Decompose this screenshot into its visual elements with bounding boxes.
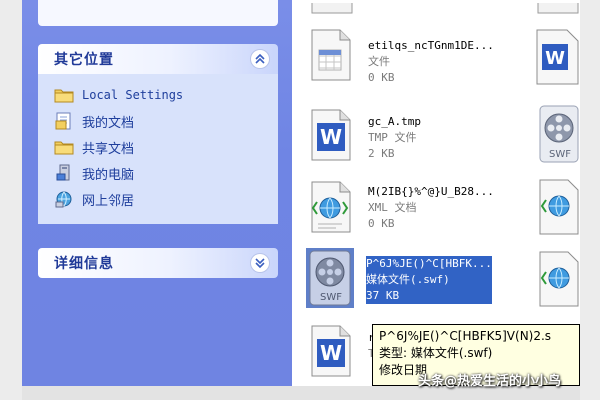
other-places-body: Local Settings 我的文档 共享文档 我的电脑 网上邻居 bbox=[38, 74, 278, 224]
xml-document-icon bbox=[539, 251, 579, 307]
network-icon bbox=[54, 190, 74, 208]
places-item-my-documents[interactable]: 我的文档 bbox=[54, 111, 134, 131]
previous-panel-bottom bbox=[38, 0, 278, 26]
file-name: gc_A.tmp bbox=[368, 115, 421, 128]
swf-media-icon: SWF bbox=[306, 248, 354, 308]
svg-text:W: W bbox=[545, 48, 565, 69]
file-size: 0 KB bbox=[368, 71, 395, 84]
details-title: 详细信息 bbox=[54, 256, 114, 272]
file-type: XML 文档 bbox=[368, 201, 417, 214]
folder-icon bbox=[54, 138, 74, 156]
word-document-icon: W bbox=[536, 29, 579, 85]
file-icon bbox=[311, 0, 353, 14]
file-item-partial[interactable]: W bbox=[534, 28, 580, 86]
places-item-label: 我的文档 bbox=[82, 115, 135, 131]
file-type: 文件 bbox=[368, 55, 390, 68]
file-type: TMP 文件 bbox=[368, 131, 417, 144]
file-item-partial[interactable] bbox=[536, 248, 580, 310]
svg-text:W: W bbox=[320, 125, 342, 149]
chevron-down-icon bbox=[255, 258, 265, 269]
expand-button[interactable] bbox=[250, 253, 270, 273]
tooltip-type: 类型: 媒体文件(.swf) bbox=[379, 346, 493, 360]
generic-file-icon bbox=[311, 29, 351, 81]
file-item[interactable]: W r T bbox=[306, 322, 376, 386]
xml-document-icon bbox=[311, 181, 351, 233]
word-document-icon: W bbox=[311, 109, 351, 161]
folder-icon bbox=[54, 86, 74, 104]
file-name: M(2IB{}%^@}U_B28... bbox=[368, 185, 494, 198]
my-documents-icon bbox=[54, 112, 74, 130]
places-item-shared-documents[interactable]: 共享文档 bbox=[54, 137, 134, 157]
file-item[interactable]: W gc_A.tmp TMP 文件 2 KB bbox=[306, 104, 536, 166]
places-item-label: 网上邻居 bbox=[82, 193, 135, 209]
svg-text:SWF: SWF bbox=[320, 292, 342, 303]
file-name: P^6J%JE()^C[HBFK... bbox=[366, 256, 492, 272]
places-item-my-computer[interactable]: 我的电脑 bbox=[54, 163, 134, 183]
right-frame bbox=[580, 0, 600, 400]
file-item-partial[interactable] bbox=[310, 0, 356, 14]
details-header[interactable]: 详细信息 bbox=[38, 248, 278, 278]
word-document-icon: W bbox=[311, 325, 351, 377]
file-type: 媒体文件(.swf) bbox=[366, 272, 492, 288]
file-item[interactable]: M(2IB{}%^@}U_B28... XML 文档 0 KB bbox=[306, 176, 536, 238]
svg-text:SWF: SWF bbox=[549, 149, 571, 160]
other-places-header[interactable]: 其它位置 bbox=[38, 44, 278, 74]
file-icon bbox=[537, 0, 579, 14]
file-item[interactable]: etilqs_ncTGnm1DE... 文件 0 KB bbox=[306, 26, 536, 88]
watermark: 头条@热爱生活的小小鸟 bbox=[418, 374, 562, 389]
places-item-label: 我的电脑 bbox=[82, 167, 135, 183]
svg-text:W: W bbox=[320, 341, 342, 365]
places-item-label: 共享文档 bbox=[82, 141, 135, 157]
places-item-local-settings[interactable]: Local Settings bbox=[54, 85, 183, 105]
file-size: 2 KB bbox=[368, 147, 395, 160]
tooltip-filename: P^6J%JE()^C[HBFK5]V(N)2.s bbox=[379, 329, 552, 343]
places-item-network[interactable]: 网上邻居 bbox=[54, 189, 134, 209]
chevron-up-icon bbox=[255, 53, 265, 64]
file-item-selected[interactable]: SWF P^6J%JE()^C[HBFK... 媒体文件(.swf) 37 KB bbox=[306, 248, 536, 310]
xml-document-icon bbox=[539, 179, 579, 235]
places-item-label: Local Settings bbox=[82, 88, 184, 102]
file-item-partial[interactable]: SWF bbox=[536, 104, 580, 166]
left-frame bbox=[0, 0, 22, 400]
file-item-partial[interactable] bbox=[536, 176, 580, 238]
file-size: 37 KB bbox=[366, 288, 492, 304]
other-places-title: 其它位置 bbox=[54, 52, 114, 68]
file-size: 0 KB bbox=[368, 217, 395, 230]
computer-icon bbox=[54, 164, 74, 182]
file-item-partial[interactable] bbox=[536, 0, 580, 14]
swf-media-icon: SWF bbox=[539, 105, 579, 163]
collapse-button[interactable] bbox=[250, 49, 270, 69]
file-name: etilqs_ncTGnm1DE... bbox=[368, 39, 494, 52]
